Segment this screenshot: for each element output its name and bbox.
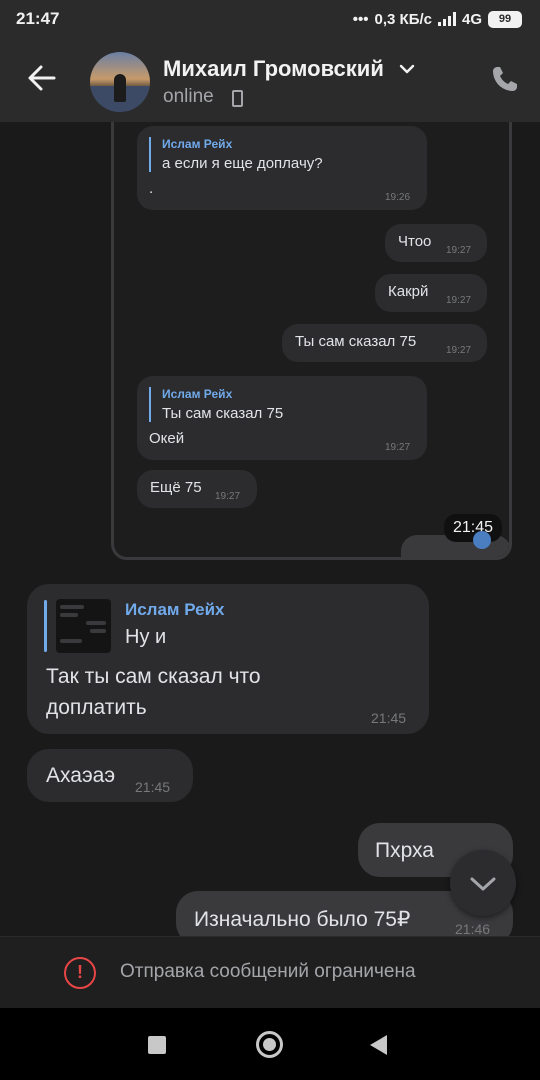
shot-message-time: 19:27 xyxy=(385,442,411,453)
reply-thumbnail[interactable] xyxy=(56,599,111,653)
message-time: 21:45 xyxy=(135,779,171,795)
message-bubble-incoming[interactable]: Ислам Рейх Ну и Так ты сам сказал что до… xyxy=(27,584,429,734)
shot-message-text: Ещё 75 xyxy=(150,479,202,496)
message-text: Пхрха xyxy=(375,839,434,862)
shot-quote: Ислам Рейх Ты сам сказал 75 xyxy=(149,387,283,422)
message-text: Изначально было 75₽ xyxy=(194,908,411,931)
shot-message-text: Ты сам сказал 75 xyxy=(295,333,417,350)
reply-author-name: Ислам Рейх xyxy=(125,600,225,619)
contact-status: online xyxy=(163,86,214,107)
home-icon[interactable] xyxy=(256,1031,283,1058)
shot-quote-text: а если я еще доплачу? xyxy=(162,155,323,172)
message-list[interactable]: Ислам Рейх а если я еще доплачу? . 19:26… xyxy=(0,122,540,936)
message-text: Так ты сам сказал что xyxy=(46,665,261,688)
contact-name[interactable]: Михаил Громовский xyxy=(163,56,384,82)
shot-message-text: Какрй xyxy=(388,283,429,300)
shot-message-bubble: Ещё 75 19:27 xyxy=(137,470,257,508)
avatar[interactable] xyxy=(90,52,150,112)
shot-message-bubble: Ты сам сказал 75 19:27 xyxy=(282,324,487,362)
shot-message-text: Окей xyxy=(149,430,185,447)
battery-level: 99 xyxy=(498,13,512,25)
more-dots-icon: ••• xyxy=(352,10,369,28)
network-speed: 0,3 КБ/с xyxy=(374,10,432,28)
battery-icon: 99 xyxy=(488,10,522,28)
shot-quote: Ислам Рейх а если я еще доплачу? xyxy=(149,137,323,172)
mobile-device-icon xyxy=(232,90,243,107)
chevron-down-icon[interactable] xyxy=(398,62,416,76)
message-bubble-incoming[interactable]: Ахаэаэ 21:45 xyxy=(27,749,193,802)
back-arrow-icon[interactable] xyxy=(22,58,62,98)
shot-quote-name: Ислам Рейх xyxy=(162,387,233,401)
phone-icon[interactable] xyxy=(490,64,520,94)
status-bar: 21:47 ••• 0,3 КБ/с 4G 99 xyxy=(0,0,540,38)
warning-icon: ! xyxy=(64,957,96,989)
signal-icon xyxy=(437,12,456,26)
shot-message-time: 19:26 xyxy=(385,192,411,203)
shot-message-time: 19:27 xyxy=(446,345,472,356)
shot-message-time: 19:27 xyxy=(446,295,472,306)
shot-message-bubble: Ислам Рейх а если я еще доплачу? . 19:26 xyxy=(137,126,427,210)
shot-message-bubble: Ислам Рейх Ты сам сказал 75 Окей 19:27 xyxy=(137,376,427,460)
reply-text: Ну и xyxy=(125,626,167,648)
network-type: 4G xyxy=(461,10,482,28)
message-time: 21:45 xyxy=(371,710,407,726)
message-text: доплатить xyxy=(46,696,147,719)
restriction-text: Отправка сообщений ограничена xyxy=(120,961,416,982)
recent-apps-icon[interactable] xyxy=(148,1036,166,1054)
chat-header: Михаил Громовский online xyxy=(0,38,540,122)
message-text: Ахаэаэ xyxy=(46,764,116,787)
shot-message-text: . xyxy=(149,180,154,197)
shot-message-bubble: Какрй 19:27 xyxy=(375,274,487,312)
read-status-icon xyxy=(473,531,491,549)
shot-message-time: 19:27 xyxy=(215,491,241,502)
status-time: 21:47 xyxy=(16,9,60,28)
shot-quote-name: Ислам Рейх xyxy=(162,137,233,151)
back-icon[interactable] xyxy=(370,1035,387,1055)
shot-message-bubble: Чтоо 19:27 xyxy=(385,224,487,262)
restriction-banner: ! Отправка сообщений ограничена xyxy=(0,936,540,1008)
shot-message-text: Чтоо xyxy=(398,233,432,250)
shot-quote-text: Ты сам сказал 75 xyxy=(162,405,284,422)
message-time: 21:46 xyxy=(455,921,491,936)
shot-message-time: 19:27 xyxy=(446,245,472,256)
screenshot-image[interactable]: Ислам Рейх а если я еще доплачу? . 19:26… xyxy=(111,122,512,560)
status-indicators: ••• 0,3 КБ/с 4G 99 xyxy=(352,10,522,28)
reply-bar xyxy=(44,600,47,652)
scroll-down-button[interactable] xyxy=(450,850,516,916)
system-nav-bar xyxy=(0,1008,540,1080)
